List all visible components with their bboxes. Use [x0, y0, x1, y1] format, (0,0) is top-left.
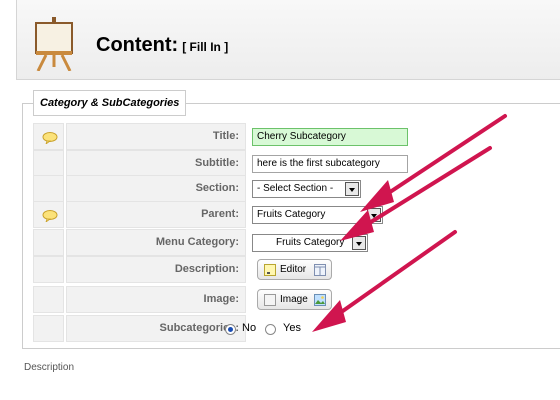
section-row: Section: - Select Section -: [33, 175, 378, 202]
chevron-down-icon[interactable]: [345, 182, 359, 196]
tooltip-bubble-icon[interactable]: [42, 132, 58, 144]
section-label: Section:: [66, 175, 246, 202]
subtitle-label: Subtitle:: [66, 150, 246, 177]
page-subtitle: [ Fill In ]: [182, 40, 229, 54]
title-label: Title:: [66, 123, 246, 150]
image-button[interactable]: Image: [257, 289, 332, 310]
parent-row: Parent: Fruits Category: [33, 201, 383, 228]
title-hint-cell: [33, 123, 64, 150]
image-label: Image:: [66, 286, 246, 313]
editor-button[interactable]: Editor: [257, 259, 332, 280]
subcategories-hint-cell: [33, 315, 64, 342]
menu-category-hint-cell: [33, 229, 64, 256]
section-hint-cell: [33, 175, 64, 202]
page-title: Content:[ Fill In ]: [96, 34, 228, 57]
subtitle-hint-cell: [33, 150, 64, 177]
easel-icon: [35, 17, 73, 71]
section-select[interactable]: - Select Section -: [252, 180, 361, 198]
page-title-text: Content:: [96, 34, 179, 56]
description-section-label: Description: [24, 362, 75, 373]
title-input[interactable]: Cherry Subcategory: [252, 128, 408, 146]
fieldset-legend: Category & SubCategories: [33, 90, 187, 116]
chevron-down-icon[interactable]: [352, 236, 366, 250]
subcategories-no-label[interactable]: No: [242, 322, 256, 334]
blank-image-icon: [264, 294, 276, 306]
picture-icon: [314, 294, 326, 306]
menu-category-select[interactable]: Fruits Category: [252, 234, 368, 252]
image-button-label: Image: [280, 294, 308, 305]
window-icon: [314, 264, 326, 276]
image-hint-cell: [33, 286, 64, 313]
editor-icon: [264, 264, 276, 276]
subcategories-no-radio[interactable]: [225, 324, 236, 335]
chevron-down-icon[interactable]: [367, 208, 381, 222]
subtitle-input[interactable]: here is the first subcategory: [252, 155, 408, 173]
menu-category-label: Menu Category:: [66, 229, 246, 256]
subcategories-yes-label[interactable]: Yes: [283, 322, 301, 334]
title-row: Title: Cherry Subcategory: [33, 123, 408, 150]
description-hint-cell: [33, 256, 64, 283]
parent-hint-cell: [33, 201, 64, 228]
subcategories-row: Subcategories: No Yes: [33, 315, 378, 342]
editor-button-label: Editor: [280, 264, 307, 275]
menu-category-select-value: Fruits Category: [276, 237, 345, 248]
menu-category-row: Menu Category: Fruits Category: [33, 229, 378, 256]
image-row: Image: Image: [33, 286, 378, 313]
parent-label: Parent:: [66, 201, 246, 228]
subcategories-yes-radio[interactable]: [265, 324, 276, 335]
description-label: Description:: [66, 256, 246, 283]
section-select-value: - Select Section -: [257, 183, 334, 194]
parent-select[interactable]: Fruits Category: [252, 206, 383, 224]
description-row: Description: Editor: [33, 256, 378, 283]
parent-select-value: Fruits Category: [257, 209, 326, 220]
subtitle-row: Subtitle: here is the first subcategory: [33, 150, 408, 177]
subcategories-label: Subcategories:: [66, 315, 246, 342]
tooltip-bubble-icon[interactable]: [42, 210, 58, 222]
